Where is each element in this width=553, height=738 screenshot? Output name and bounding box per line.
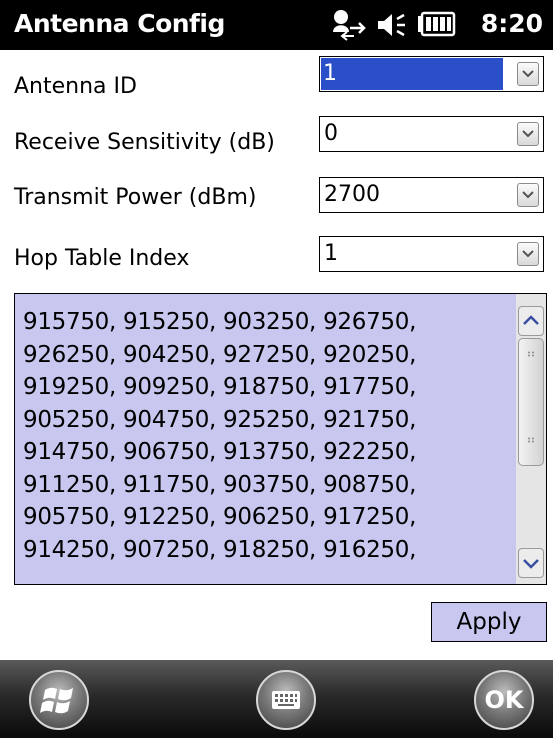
antenna-id-row: Antenna ID 1	[0, 56, 553, 102]
chevron-down-icon[interactable]	[517, 183, 539, 207]
transmit-power-dropdown[interactable]: 2700	[319, 177, 544, 213]
apply-button[interactable]: Apply	[431, 602, 547, 642]
speaker-icon[interactable]	[375, 8, 409, 46]
ok-button[interactable]: OK	[474, 670, 534, 730]
list-item: 905750, 912250, 906250, 917250,	[23, 504, 417, 530]
windows-start-icon	[40, 687, 73, 714]
vertical-scrollbar[interactable]	[516, 294, 546, 584]
antenna-id-label: Antenna ID	[14, 74, 137, 99]
chevron-up-icon	[523, 315, 539, 325]
hop-table-index-row: Hop Table Index 1	[0, 236, 553, 282]
receive-sensitivity-dropdown[interactable]: 0	[319, 116, 544, 152]
frequency-list[interactable]: 915750, 915250, 903250, 926750, 926250, …	[14, 293, 547, 585]
receive-sensitivity-row: Receive Sensitivity (dB) 0	[0, 116, 553, 162]
battery-icon[interactable]	[417, 8, 457, 46]
hop-table-index-label: Hop Table Index	[14, 246, 190, 271]
chevron-down-icon	[523, 559, 539, 569]
grip-icon	[528, 351, 534, 357]
list-item: 926250, 904250, 927250, 920250,	[23, 341, 417, 368]
transmit-power-label: Transmit Power (dBm)	[14, 185, 257, 210]
list-item: 919250, 909250, 918750, 917750,	[23, 374, 417, 400]
hop-table-index-value: 1	[324, 241, 338, 266]
antenna-id-value: 1	[321, 58, 503, 90]
antenna-id-dropdown[interactable]: 1	[319, 56, 544, 92]
chevron-down-icon[interactable]	[517, 62, 539, 86]
chevron-down-icon[interactable]	[517, 242, 539, 266]
chevron-down-icon[interactable]	[517, 122, 539, 146]
keyboard-button[interactable]	[256, 670, 316, 730]
scrollbar-thumb[interactable]	[518, 338, 544, 466]
list-item: 914750, 906750, 913750, 922250,	[23, 439, 417, 465]
softkey-bar: OK	[0, 660, 553, 738]
keyboard-icon	[272, 691, 300, 709]
app-title: Antenna Config	[14, 9, 225, 38]
ok-label: OK	[484, 686, 524, 714]
title-bar: Antenna Config 8:20	[0, 0, 553, 50]
receive-sensitivity-value: 0	[324, 121, 338, 146]
connectivity-icon[interactable]	[330, 8, 366, 46]
grip-icon	[528, 437, 534, 443]
scroll-up-button[interactable]	[518, 306, 544, 336]
list-item: 914250, 907250, 918250, 916250,	[23, 536, 417, 563]
list-item: 905250, 904750, 925250, 921750,	[23, 406, 417, 433]
transmit-power-value: 2700	[324, 182, 380, 207]
transmit-power-row: Transmit Power (dBm) 2700	[0, 177, 553, 223]
hop-table-index-dropdown[interactable]: 1	[319, 236, 544, 272]
scroll-down-button[interactable]	[518, 548, 544, 578]
frequency-list-content: 915750, 915250, 903250, 926750, 926250, …	[23, 306, 513, 566]
clock: 8:20	[480, 9, 543, 38]
list-item: 915750, 915250, 903250, 926750,	[23, 309, 417, 335]
receive-sensitivity-label: Receive Sensitivity (dB)	[14, 130, 275, 155]
list-item: 911250, 911750, 903750, 908750,	[23, 471, 417, 498]
start-button[interactable]	[29, 670, 89, 730]
